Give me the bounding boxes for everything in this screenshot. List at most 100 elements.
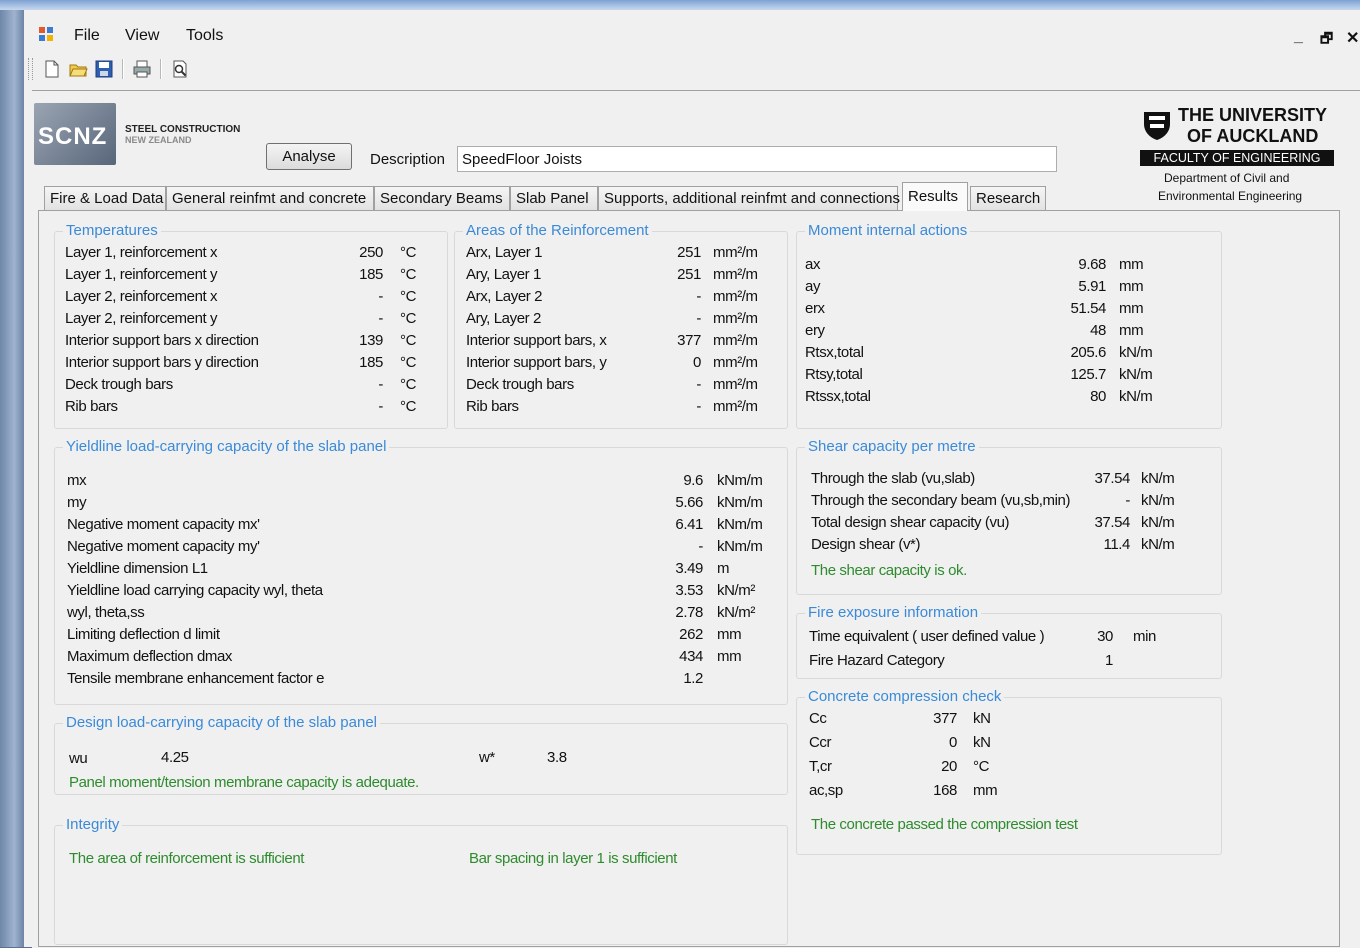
- temperatures-group: Temperatures Layer 1, reinforcement x 250…: [54, 222, 448, 429]
- areas-row-value: -: [696, 288, 701, 305]
- menu-tools[interactable]: Tools: [186, 27, 223, 45]
- tab-general-reinfmt[interactable]: General reinfmt and concrete: [166, 186, 374, 210]
- save-icon[interactable]: [94, 59, 114, 79]
- design-group: Design load-carrying capacity of the sla…: [54, 714, 788, 795]
- yield-row-label: Tensile membrane enhancement factor e: [67, 670, 325, 687]
- temps-row-unit: °C: [400, 398, 417, 415]
- temps-row-value: 250: [359, 244, 383, 261]
- moment-row-value: 48: [1090, 322, 1106, 339]
- areas-row-value: 251: [677, 266, 701, 283]
- wstar-value: 3.8: [547, 749, 567, 766]
- yield-row-unit: kNm/m: [717, 472, 763, 489]
- yield-row-label: Yieldline load carrying capacity wyl, th…: [67, 582, 323, 599]
- conc-row-label: Ccr: [809, 734, 832, 751]
- yield-row-unit: kN/m²: [717, 604, 755, 621]
- fire-row-unit: min: [1133, 628, 1156, 645]
- shear-row-label: Design shear (v*): [811, 536, 921, 553]
- areas-row-label: Arx, Layer 2: [466, 288, 543, 305]
- yield-row-value: 1.2: [683, 670, 703, 687]
- temps-row-label: Deck trough bars: [65, 376, 173, 393]
- menu-view[interactable]: View: [125, 27, 159, 45]
- shear-status: The shear capacity is ok.: [811, 562, 967, 579]
- uoa-faculty: FACULTY OF ENGINEERING: [1140, 150, 1334, 166]
- new-icon[interactable]: [42, 59, 62, 79]
- moment-row-label: erx: [805, 300, 825, 317]
- yield-row-value: 9.6: [683, 472, 703, 489]
- areas-row-value: 251: [677, 244, 701, 261]
- yield-row-label: Yieldline dimension L1: [67, 560, 208, 577]
- open-icon[interactable]: [68, 59, 88, 79]
- areas-row-value: -: [696, 310, 701, 327]
- areas-row-value: -: [696, 398, 701, 415]
- moment-row-label: ay: [805, 278, 821, 295]
- shear-row-unit: kN/m: [1141, 470, 1175, 487]
- temps-row-value: -: [378, 398, 383, 415]
- yieldline-group: Yieldline load-carrying capacity of the …: [54, 438, 788, 705]
- moment-row-value: 125.7: [1070, 366, 1106, 383]
- yield-row-unit: kN/m²: [717, 582, 755, 599]
- yield-row-unit: m: [717, 560, 730, 577]
- moment-row-value: 9.68: [1078, 256, 1106, 273]
- conc-row-value: 377: [933, 710, 957, 727]
- moment-row-label: Rtssx,total: [805, 388, 871, 405]
- yield-row-label: Negative moment capacity mx': [67, 516, 260, 533]
- uoa-department-line1: Department of Civil and: [1164, 171, 1290, 185]
- toolbar-separator: [160, 59, 162, 79]
- areas-row-unit: mm²/m: [713, 376, 758, 393]
- integrity-message-1: The area of reinforcement is sufficient: [69, 850, 305, 867]
- conc-row-unit: °C: [973, 758, 990, 775]
- moment-row-value: 80: [1090, 388, 1106, 405]
- print-icon[interactable]: [132, 59, 152, 79]
- analyse-button[interactable]: Analyse: [266, 143, 352, 170]
- temps-row-unit: °C: [400, 376, 417, 393]
- areas-row-label: Interior support bars, y: [466, 354, 607, 371]
- temps-row-label: Interior support bars y direction: [65, 354, 259, 371]
- yield-row-value: 3.53: [675, 582, 703, 599]
- tab-research[interactable]: Research: [970, 186, 1046, 210]
- screen-top-strip: [0, 0, 1360, 10]
- yield-row-unit: kNm/m: [717, 516, 763, 533]
- moment-row-unit: mm: [1119, 322, 1144, 339]
- temps-row-value: 185: [359, 266, 383, 283]
- tab-slab-panel[interactable]: Slab Panel: [510, 186, 598, 210]
- temps-row-unit: °C: [400, 354, 417, 371]
- moment-row-value: 51.54: [1070, 300, 1106, 317]
- yield-row-value: 3.49: [675, 560, 703, 577]
- app-window: File View Tools _ 🗗 ✕ SCNZ STEEL CONSTRU…: [24, 10, 1360, 948]
- moment-row-unit: kN/m: [1119, 344, 1153, 361]
- temps-row-unit: °C: [400, 288, 417, 305]
- moment-row-unit: kN/m: [1119, 388, 1153, 405]
- tab-fire-load-data[interactable]: Fire & Load Data: [44, 186, 166, 210]
- close-button[interactable]: ✕: [1346, 28, 1359, 48]
- moment-row-unit: mm: [1119, 278, 1144, 295]
- conc-row-value: 168: [933, 782, 957, 799]
- areas-row-label: Arx, Layer 1: [466, 244, 543, 261]
- conc-row-value: 20: [941, 758, 957, 775]
- description-label: Description: [370, 151, 446, 168]
- shear-row-label: Through the slab (vu,slab): [811, 470, 975, 487]
- print-preview-icon[interactable]: [170, 59, 190, 79]
- design-status: Panel moment/tension membrane capacity i…: [69, 774, 419, 791]
- description-input[interactable]: SpeedFloor Joists: [457, 146, 1057, 172]
- moment-row-unit: mm: [1119, 256, 1144, 273]
- minimize-button[interactable]: _: [1294, 28, 1303, 46]
- tab-secondary-beams[interactable]: Secondary Beams: [374, 186, 510, 210]
- areas-row-unit: mm²/m: [713, 288, 758, 305]
- wstar-label: w*: [479, 749, 495, 766]
- menu-file[interactable]: File: [74, 27, 100, 45]
- tab-supports[interactable]: Supports, additional reinfmt and connect…: [598, 186, 900, 210]
- yield-row-value: 2.78: [675, 604, 703, 621]
- temps-row-label: Interior support bars x direction: [65, 332, 259, 349]
- concrete-title: Concrete compression check: [805, 688, 1005, 705]
- restore-button[interactable]: 🗗: [1320, 28, 1333, 52]
- yield-row-label: my: [67, 494, 87, 511]
- concrete-status: The concrete passed the compression test: [811, 816, 1078, 833]
- conc-row-label: Cc: [809, 710, 827, 727]
- areas-row-label: Rib bars: [466, 398, 519, 415]
- yield-row-label: Negative moment capacity my': [67, 538, 260, 555]
- shear-row-value: 37.54: [1094, 514, 1130, 531]
- temps-row-label: Layer 2, reinforcement y: [65, 310, 218, 327]
- tab-results[interactable]: Results: [902, 182, 968, 211]
- uoa-crest-icon: [1144, 112, 1170, 140]
- design-title: Design load-carrying capacity of the sla…: [63, 714, 381, 731]
